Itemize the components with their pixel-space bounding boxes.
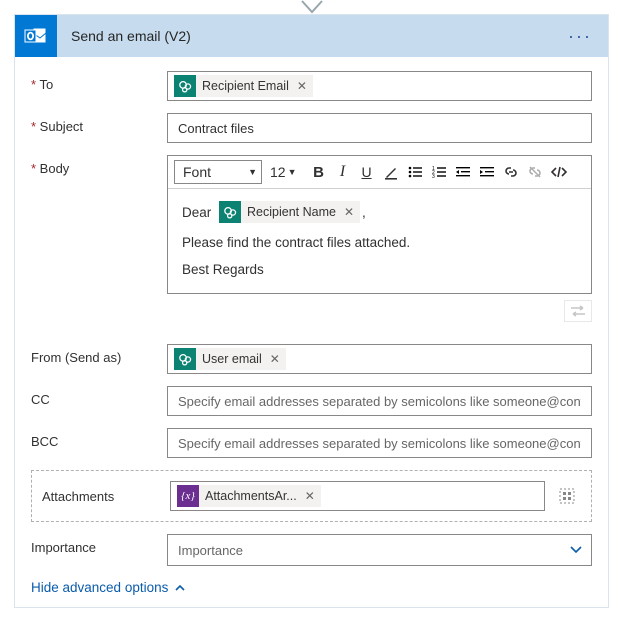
to-label: To [31,71,167,92]
chevron-up-icon [174,582,186,594]
unlink-button[interactable] [523,160,547,184]
to-field[interactable]: Recipient Email ✕ [167,71,592,101]
to-token-label: Recipient Email [202,79,293,93]
to-token[interactable]: Recipient Email ✕ [174,75,313,97]
switch-to-detail-button[interactable] [553,482,581,510]
number-list-button[interactable]: 123 [427,160,451,184]
token-label: AttachmentsAr... [205,489,301,503]
token-remove[interactable]: ✕ [266,352,284,366]
body-text: Best Regards [182,262,577,277]
cc-label: CC [31,386,167,407]
incoming-connector-arrow [0,0,623,14]
font-dropdown[interactable]: Font ▼ [174,160,262,184]
font-size-dropdown[interactable]: 12 ▼ [270,164,297,180]
body-text: , [362,205,366,220]
cc-field[interactable] [167,386,592,416]
underline-button[interactable]: U [355,160,379,184]
code-view-button[interactable] [547,160,571,184]
from-token[interactable]: User email ✕ [174,348,286,370]
variable-icon: {x} [177,485,199,507]
body-editor: Font ▼ 12 ▼ B I U [167,155,592,294]
bullet-list-button[interactable] [403,160,427,184]
recipient-name-token[interactable]: Recipient Name ✕ [219,201,360,223]
hide-advanced-options-link[interactable]: Hide advanced options [31,580,592,595]
subject-input[interactable] [176,120,583,137]
body-text: Dear [182,205,211,220]
subject-label: Subject [31,113,167,134]
to-token-remove[interactable]: ✕ [293,79,311,93]
token-remove[interactable]: ✕ [340,205,358,219]
importance-dropdown[interactable]: Importance [167,534,592,566]
outdent-button[interactable] [451,160,475,184]
sharepoint-icon [219,201,241,223]
subject-field[interactable] [167,113,592,143]
caret-down-icon: ▼ [248,167,257,177]
attachments-section: Attachments {x} AttachmentsAr... ✕ [31,470,592,522]
attachments-label: Attachments [42,489,170,504]
token-label: Recipient Name [247,205,340,219]
attachments-token[interactable]: {x} AttachmentsAr... ✕ [177,485,321,507]
body-text: Please find the contract files attached. [182,235,577,250]
switch-mode-button[interactable] [564,300,592,322]
attachments-field[interactable]: {x} AttachmentsAr... ✕ [170,481,545,511]
outlook-icon [15,15,57,57]
importance-placeholder: Importance [178,543,243,558]
from-field[interactable]: User email ✕ [167,344,592,374]
indent-button[interactable] [475,160,499,184]
bold-button[interactable]: B [307,160,331,184]
bcc-field[interactable] [167,428,592,458]
chevron-down-icon [569,542,583,559]
bcc-label: BCC [31,428,167,449]
action-menu-button[interactable]: ··· [562,26,598,47]
body-label: Body [31,155,167,176]
titlebar: Send an email (V2) ··· [15,15,608,57]
editor-toolbar: Font ▼ 12 ▼ B I U [168,156,591,189]
link-button[interactable] [499,160,523,184]
token-label: User email [202,352,266,366]
action-title[interactable]: Send an email (V2) [71,28,548,44]
from-label: From (Send as) [31,344,167,365]
importance-label: Importance [31,534,167,555]
italic-button[interactable]: I [331,160,355,184]
sharepoint-icon [174,348,196,370]
editor-content[interactable]: Dear Recipient Name ✕ , P [168,189,591,293]
cc-input[interactable] [176,393,583,410]
token-remove[interactable]: ✕ [301,489,319,503]
bcc-input[interactable] [176,435,583,452]
action-card: Send an email (V2) ··· To Recipient Emai… [14,14,609,608]
caret-down-icon: ▼ [288,167,297,177]
sharepoint-icon [174,75,196,97]
svg-text:3: 3 [432,174,435,180]
font-color-button[interactable] [379,160,403,184]
